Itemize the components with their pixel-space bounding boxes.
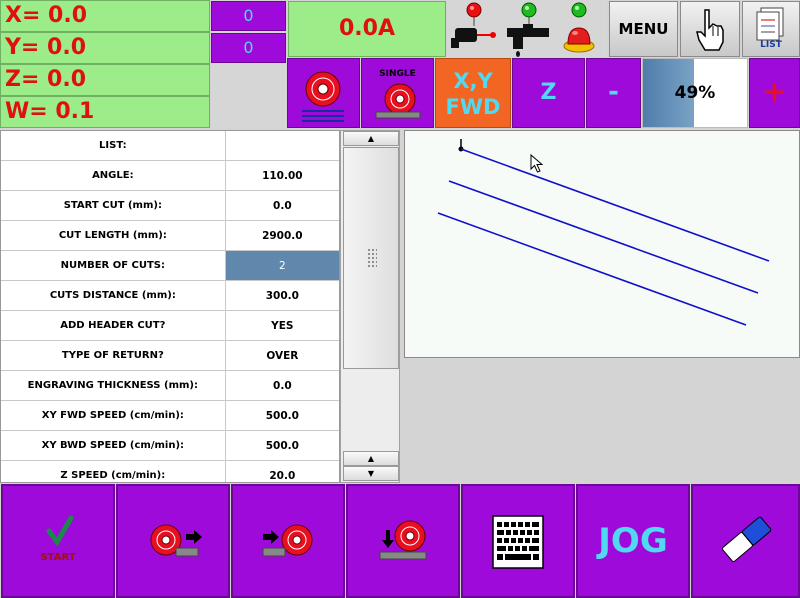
parameter-label: CUT LENGTH (mm): (1, 221, 226, 250)
parameter-label: ANGLE: (1, 161, 226, 190)
parameter-label: Z SPEED (cm/min): (1, 461, 226, 482)
keyboard-button[interactable] (461, 484, 575, 598)
jog-button[interactable]: JOG (576, 484, 690, 598)
table-row[interactable]: START CUT (mm): 0.0 (1, 191, 339, 221)
parameter-label: XY FWD SPEED (cm/min): (1, 401, 226, 430)
parameter-value[interactable]: 300.0 (226, 281, 339, 310)
scroll-up-button-lower[interactable]: ▲ (343, 451, 399, 466)
green-light-icon (571, 2, 587, 18)
scroll-thumb[interactable] (343, 147, 399, 369)
red-light-icon (466, 2, 482, 26)
parameter-value[interactable]: 500.0 (226, 431, 339, 460)
parameter-value[interactable]: 500.0 (226, 401, 339, 430)
hand-mode-button[interactable] (680, 1, 740, 57)
y-coordinate: Y= 0.0 (0, 32, 210, 64)
parameter-value[interactable]: OVER (226, 341, 339, 370)
z-button[interactable]: Z (512, 58, 585, 128)
canvas-footer-space (404, 358, 800, 484)
list-label: LIST (760, 40, 782, 50)
green-light-icon (521, 2, 537, 24)
mouse-cursor-icon (530, 153, 544, 173)
single-cut-button[interactable]: SINGLE (361, 58, 434, 128)
blade-down-button[interactable] (346, 484, 460, 598)
single-cut-icon (375, 83, 421, 119)
cut-preview-canvas (404, 130, 800, 358)
xy-fwd-line2: FWD (445, 95, 501, 119)
speed-percent: 49% (674, 83, 716, 103)
parameter-label: XY BWD SPEED (cm/min): (1, 431, 226, 460)
blade-backward-icon (262, 524, 313, 557)
status-panel (447, 0, 607, 58)
eraser-icon (722, 516, 772, 562)
x-secondary-value: 0 (211, 1, 286, 31)
x-coordinate: X= 0.0 (0, 0, 210, 32)
cut-line-2 (448, 180, 759, 294)
laser-pointer-icon[interactable] (451, 28, 496, 48)
parameter-label: TYPE OF RETURN? (1, 341, 226, 370)
speed-gauge[interactable]: 49% (642, 58, 748, 128)
table-row[interactable]: CUT LENGTH (mm): 2900.0 (1, 221, 339, 251)
table-row[interactable]: ANGLE: 110.00 (1, 161, 339, 191)
water-tap-icon[interactable] (507, 24, 549, 57)
eraser-button[interactable] (691, 484, 800, 598)
empty-panel (211, 64, 287, 128)
parameter-value[interactable]: 0.0 (226, 371, 339, 400)
menu-button[interactable]: MENU (609, 1, 678, 57)
start-label: START (40, 552, 76, 563)
parameter-value[interactable]: 20.0 (226, 461, 339, 482)
w-coordinate: W= 0.1 (0, 96, 210, 128)
cut-line-1 (460, 148, 770, 262)
scroll-down-button[interactable]: ▼ (343, 466, 399, 481)
z-coordinate: Z= 0.0 (0, 64, 210, 96)
table-row[interactable]: NUMBER OF CUTS: 2 (1, 251, 339, 281)
scroll-up-button[interactable]: ▲ (343, 131, 399, 146)
blade-forward-icon (150, 524, 202, 557)
parameter-label: NUMBER OF CUTS: (1, 251, 226, 280)
y-secondary-value: 0 (211, 33, 286, 63)
hand-pointer-icon (696, 9, 724, 51)
emergency-stop-icon[interactable] (563, 27, 595, 53)
table-row[interactable]: ENGRAVING THICKNESS (mm): 0.0 (1, 371, 339, 401)
keyboard-icon (492, 515, 544, 569)
saw-blade-button[interactable] (287, 58, 360, 128)
parameter-rows: LIST: ANGLE: 110.00 START CUT (mm): 0.0 CUT L… (1, 131, 339, 482)
blade-backward-button[interactable] (231, 484, 345, 598)
grip-icon (367, 248, 377, 268)
parameter-value[interactable]: 2900.0 (226, 221, 339, 250)
parameter-table: LIST: ANGLE: 110.00 START CUT (mm): 0.0 CUT L… (0, 130, 340, 483)
parameter-label: ENGRAVING THICKNESS (mm): (1, 371, 226, 400)
parameter-label: START CUT (mm): (1, 191, 226, 220)
parameter-value[interactable] (226, 131, 339, 160)
table-row[interactable]: LIST: (1, 131, 339, 161)
xy-fwd-button[interactable]: X,Y FWD (435, 58, 511, 128)
parameter-label: LIST: (1, 131, 226, 160)
start-button[interactable]: START (1, 484, 115, 598)
parameter-label: ADD HEADER CUT? (1, 311, 226, 340)
cut-line-3 (437, 212, 747, 326)
current-display: 0.0A (288, 1, 446, 57)
blade-down-icon (379, 520, 427, 560)
app-window: X= 0.0 Y= 0.0 Z= 0.0 W= 0.1 0 0 0.0A MEN… (0, 0, 800, 598)
speed-increase-button[interactable]: + (749, 58, 800, 128)
blade-forward-button[interactable] (116, 484, 230, 598)
table-row[interactable]: CUTS DISTANCE (mm): 300.0 (1, 281, 339, 311)
table-row[interactable]: TYPE OF RETURN? OVER (1, 341, 339, 371)
parameter-value[interactable]: 2 (225, 251, 339, 280)
xy-fwd-line1: X,Y (453, 69, 493, 93)
start-check-icon (46, 515, 74, 547)
parameter-value[interactable]: 0.0 (226, 191, 339, 220)
parameter-label: CUTS DISTANCE (mm): (1, 281, 226, 310)
list-button[interactable]: LIST (742, 1, 800, 57)
table-row[interactable]: XY BWD SPEED (cm/min): 500.0 (1, 431, 339, 461)
table-scrollbar[interactable]: ▲ ▲ ▼ (340, 130, 400, 483)
table-row[interactable]: ADD HEADER CUT? YES (1, 311, 339, 341)
table-row[interactable]: XY FWD SPEED (cm/min): 500.0 (1, 401, 339, 431)
parameter-value[interactable]: 110.00 (226, 161, 339, 190)
speed-decrease-button[interactable]: - (586, 58, 641, 128)
parameter-value[interactable]: YES (226, 311, 339, 340)
saw-blade-icon (302, 71, 344, 122)
table-row[interactable]: Z SPEED (cm/min): 20.0 (1, 461, 339, 482)
